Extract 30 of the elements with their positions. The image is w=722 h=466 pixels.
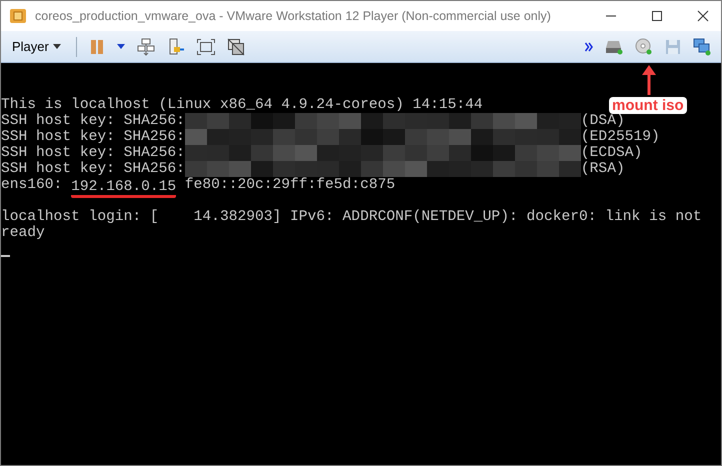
- console-text: (DSA): [580, 113, 625, 129]
- console-text: ready: [1, 225, 45, 241]
- plug-icon[interactable]: [166, 38, 185, 56]
- arrow-icon: [642, 65, 656, 95]
- text-cursor: [1, 255, 10, 257]
- maximize-icon[interactable]: [651, 10, 663, 22]
- console-text: fe80::20c:29ff:fe5d:c875: [184, 177, 396, 193]
- console-text: This is localhost (Linux x86_64 4.9.24-coreos) 14:15:44: [1, 97, 483, 113]
- network-adapter-icon[interactable]: [693, 38, 711, 56]
- console-text: (ED25519): [580, 129, 660, 145]
- console-text: SSH host key: SHA256:: [1, 145, 185, 161]
- console-text: (ECDSA): [580, 145, 642, 161]
- player-menu[interactable]: Player: [9, 37, 64, 56]
- network-tree-icon[interactable]: [136, 38, 155, 56]
- ip-address: 192.168.0.15: [71, 179, 176, 198]
- console-text: (RSA): [580, 161, 625, 177]
- console-text: SSH host key: SHA256:: [1, 161, 185, 177]
- window-title: coreos_production_vmware_ova - VMware Workstation 12 Player (Non-commercial use only): [35, 9, 551, 23]
- double-chevron-icon[interactable]: [585, 42, 593, 52]
- app-icon: [9, 8, 27, 24]
- callout-label: mount iso: [609, 97, 687, 114]
- console-text: SSH host key: SHA256:: [1, 113, 185, 129]
- console-text: SSH host key: SHA256:: [1, 129, 185, 145]
- console-text: localhost login: [ 14.382903] IPv6: ADDRCONF(NETDEV_UP): docker0: link is not: [1, 209, 702, 225]
- fullscreen-icon[interactable]: [196, 38, 215, 54]
- close-icon[interactable]: [697, 10, 709, 22]
- unity-icon[interactable]: [226, 38, 245, 56]
- hard-disk-icon[interactable]: [605, 38, 623, 54]
- caret-icon[interactable]: [116, 44, 125, 49]
- console-text: ens160:: [1, 177, 64, 193]
